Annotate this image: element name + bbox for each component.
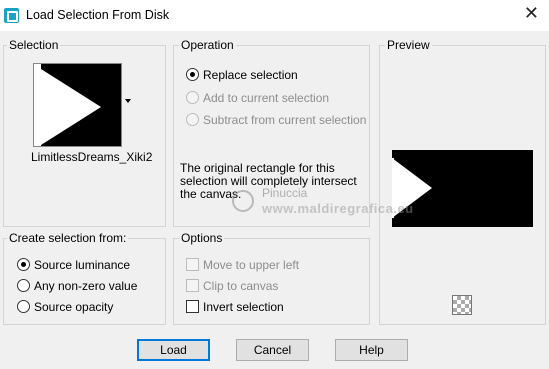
radio-any-non-zero[interactable]: [17, 279, 30, 292]
close-icon[interactable]: ✕: [524, 4, 539, 24]
radio-subtract-from-selection-label: Subtract from current selection: [203, 113, 367, 127]
radio-replace-selection-label: Replace selection: [203, 68, 298, 82]
radio-add-to-selection-label: Add to current selection: [203, 91, 330, 105]
watermark-logo-icon: [232, 190, 254, 212]
watermark: Pinuccia www.maldiregrafica.eu: [232, 186, 442, 226]
selection-name: LimitlessDreams_Xiki2: [31, 150, 153, 164]
checkbox-clip-to-canvas[interactable]: [186, 279, 199, 292]
transparency-checker-icon[interactable]: [452, 295, 472, 315]
cancel-button[interactable]: Cancel: [236, 339, 309, 361]
checkbox-move-to-upper-left[interactable]: [186, 258, 199, 271]
selection-group-label: Selection: [7, 38, 61, 52]
window-title: Load Selection From Disk: [26, 8, 170, 22]
title-bar: Load Selection From Disk ✕: [0, 0, 549, 31]
radio-subtract-from-selection[interactable]: [186, 113, 199, 126]
radio-source-opacity[interactable]: [17, 300, 30, 313]
watermark-url: www.maldiregrafica.eu: [262, 201, 414, 216]
watermark-name: Pinuccia: [262, 186, 308, 200]
preview-group-label: Preview: [385, 38, 432, 52]
radio-any-non-zero-label: Any non-zero value: [34, 279, 138, 293]
radio-add-to-selection[interactable]: [186, 91, 199, 104]
radio-source-luminance[interactable]: [17, 258, 30, 271]
options-group-label: Options: [179, 231, 225, 245]
create-from-group-label: Create selection from:: [7, 231, 129, 245]
selection-thumbnail-arrow: [41, 69, 101, 145]
help-button[interactable]: Help: [335, 339, 408, 361]
chevron-down-icon[interactable]: [125, 99, 131, 103]
selection-thumbnail-bar: [34, 64, 41, 146]
checkbox-move-to-upper-left-label: Move to upper left: [203, 258, 300, 272]
operation-group-label: Operation: [179, 38, 236, 52]
checkbox-clip-to-canvas-label: Clip to canvas: [203, 279, 279, 293]
checkbox-invert-selection-label: Invert selection: [203, 300, 284, 314]
radio-source-opacity-label: Source opacity: [34, 300, 114, 314]
radio-replace-selection[interactable]: [186, 68, 199, 81]
checkbox-invert-selection[interactable]: [186, 300, 199, 313]
load-button[interactable]: Load: [137, 339, 210, 361]
radio-source-luminance-label: Source luminance: [34, 258, 131, 272]
app-icon: [4, 8, 19, 23]
